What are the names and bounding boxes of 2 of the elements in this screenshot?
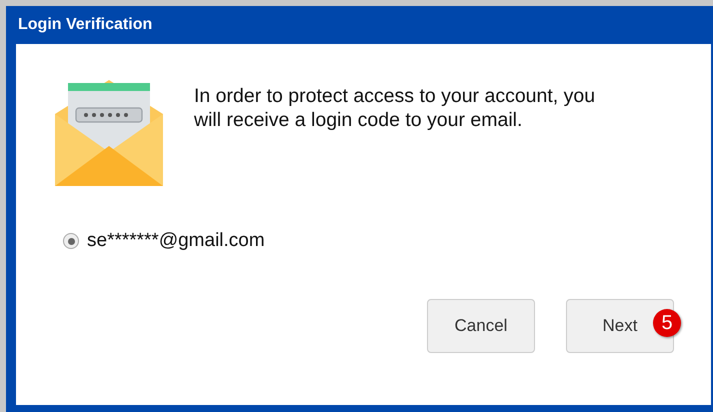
info-message: In order to protect access to your account, you will receive a login code to your email. (194, 84, 596, 132)
window-title: Login Verification (18, 15, 154, 35)
